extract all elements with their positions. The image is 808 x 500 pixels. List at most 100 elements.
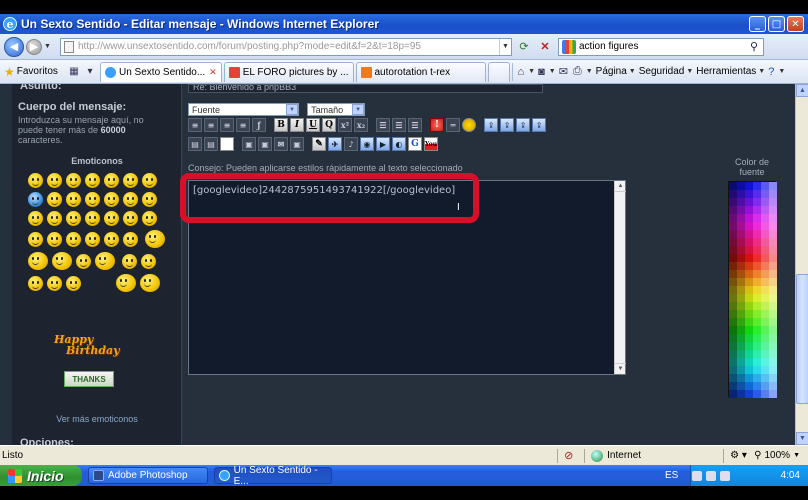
color-swatch[interactable] bbox=[769, 390, 777, 398]
color-swatch[interactable] bbox=[769, 310, 777, 318]
shock-emoticon-icon[interactable] bbox=[142, 173, 157, 188]
eek-emoticon-icon[interactable] bbox=[28, 231, 43, 247]
color-swatch[interactable] bbox=[737, 262, 745, 270]
color-swatch[interactable] bbox=[745, 366, 753, 374]
color-swatch[interactable] bbox=[761, 382, 769, 390]
color-swatch[interactable] bbox=[729, 326, 737, 334]
url-icon[interactable]: ▣ bbox=[258, 137, 272, 151]
kiss-emoticon-icon[interactable] bbox=[123, 231, 138, 247]
scroll-down-icon[interactable]: ▼ bbox=[615, 363, 626, 374]
color-swatch[interactable] bbox=[753, 230, 761, 238]
neutral-emoticon-icon[interactable] bbox=[123, 192, 138, 207]
tab-el-foro[interactable]: EL FORO pictures by ... bbox=[223, 61, 354, 82]
color-swatch[interactable] bbox=[729, 334, 737, 342]
drool-emoticon-icon[interactable] bbox=[66, 275, 81, 291]
thanks-emoticon[interactable]: THANKS bbox=[64, 371, 114, 387]
color-swatch[interactable] bbox=[769, 318, 777, 326]
forward-button[interactable]: ▶ bbox=[26, 38, 42, 55]
color-swatch[interactable] bbox=[729, 342, 737, 350]
mail-button[interactable]: ✉ bbox=[559, 65, 570, 78]
color-swatch[interactable] bbox=[737, 374, 745, 382]
color-swatch[interactable] bbox=[761, 350, 769, 358]
file-upload-icon[interactable]: ⇪ bbox=[516, 118, 530, 132]
color-swatch[interactable] bbox=[753, 182, 761, 190]
color-swatch[interactable] bbox=[761, 326, 769, 334]
color-swatch[interactable] bbox=[729, 318, 737, 326]
security-menu[interactable]: Seguridad ▼ bbox=[639, 66, 694, 77]
color-swatch[interactable] bbox=[769, 182, 777, 190]
color-swatch[interactable] bbox=[737, 230, 745, 238]
subscript-button[interactable]: x₂ bbox=[354, 118, 368, 132]
superscript-button[interactable]: x² bbox=[338, 118, 352, 132]
color-swatch[interactable] bbox=[761, 358, 769, 366]
color-swatch[interactable] bbox=[737, 334, 745, 342]
color-swatch[interactable] bbox=[761, 222, 769, 230]
tools-menu[interactable]: Herramientas ▼ bbox=[696, 66, 765, 77]
color-swatch[interactable] bbox=[737, 286, 745, 294]
color-swatch[interactable] bbox=[753, 270, 761, 278]
page-menu[interactable]: Página ▼ bbox=[596, 66, 636, 77]
color-swatch[interactable] bbox=[769, 222, 777, 230]
clap-emoticon-icon[interactable] bbox=[122, 253, 138, 269]
color-swatch[interactable] bbox=[753, 334, 761, 342]
search-input[interactable]: action figures bbox=[579, 41, 745, 52]
color-swatch[interactable] bbox=[737, 342, 745, 350]
color-swatch[interactable] bbox=[761, 374, 769, 382]
color-swatch[interactable] bbox=[729, 222, 737, 230]
color-swatch[interactable] bbox=[761, 246, 769, 254]
color-swatch[interactable] bbox=[729, 214, 737, 222]
color-swatch[interactable] bbox=[745, 190, 753, 198]
color-swatch[interactable] bbox=[753, 390, 761, 398]
oops-emoticon-icon[interactable] bbox=[47, 231, 62, 247]
thumbs-emoticon-icon[interactable] bbox=[28, 275, 43, 291]
surprised-emoticon-icon[interactable] bbox=[142, 192, 157, 207]
color-swatch[interactable] bbox=[761, 294, 769, 302]
color-swatch[interactable] bbox=[745, 262, 753, 270]
color-swatch[interactable] bbox=[745, 390, 753, 398]
refresh-icon[interactable]: ⟳ bbox=[515, 38, 533, 56]
color-swatch[interactable] bbox=[769, 214, 777, 222]
wave-emoticon-icon[interactable] bbox=[141, 253, 157, 269]
color-swatch[interactable] bbox=[753, 190, 761, 198]
color-swatch[interactable] bbox=[745, 182, 753, 190]
color-swatch[interactable] bbox=[769, 286, 777, 294]
color-swatch[interactable] bbox=[737, 190, 745, 198]
color-swatch[interactable] bbox=[769, 350, 777, 358]
color-swatch[interactable] bbox=[753, 358, 761, 366]
wink-emoticon-icon[interactable] bbox=[104, 173, 119, 188]
sound-icon[interactable]: ♪ bbox=[344, 137, 358, 151]
color-swatch[interactable] bbox=[729, 366, 737, 374]
color-swatch[interactable] bbox=[761, 262, 769, 270]
dance-emoticon-icon[interactable] bbox=[145, 230, 166, 248]
color-swatch[interactable] bbox=[729, 182, 737, 190]
color-swatch[interactable] bbox=[753, 222, 761, 230]
color-swatch[interactable] bbox=[761, 278, 769, 286]
color-swatch[interactable] bbox=[769, 334, 777, 342]
reading-emoticon-icon[interactable] bbox=[52, 252, 72, 270]
sleep-emoticon-icon[interactable] bbox=[47, 275, 62, 291]
color-swatch[interactable] bbox=[761, 342, 769, 350]
color-swatch[interactable] bbox=[753, 382, 761, 390]
bold-button[interactable]: B bbox=[274, 118, 288, 132]
color-swatch[interactable] bbox=[737, 246, 745, 254]
color-swatch[interactable] bbox=[761, 254, 769, 262]
devil-emoticon-icon[interactable] bbox=[104, 231, 119, 247]
maximize-button[interactable]: □ bbox=[768, 16, 785, 32]
color-swatch[interactable] bbox=[769, 326, 777, 334]
color-swatch[interactable] bbox=[745, 358, 753, 366]
angel-emoticon-icon[interactable] bbox=[85, 231, 100, 247]
code-icon[interactable]: ▤ bbox=[188, 137, 202, 151]
color-swatch[interactable] bbox=[729, 350, 737, 358]
color-swatch[interactable] bbox=[729, 286, 737, 294]
document-icon[interactable]: ✎ bbox=[312, 137, 326, 151]
taskbar-item-ie[interactable]: Un Sexto Sentido - E... bbox=[214, 465, 332, 487]
color-swatch[interactable] bbox=[745, 382, 753, 390]
flash-icon[interactable]: ▣ bbox=[290, 137, 304, 151]
color-swatch[interactable] bbox=[753, 342, 761, 350]
color-swatch[interactable] bbox=[737, 326, 745, 334]
color-swatch[interactable] bbox=[753, 310, 761, 318]
new-tab-button[interactable] bbox=[487, 61, 510, 82]
grin-emoticon-icon[interactable] bbox=[47, 173, 62, 188]
quick-tabs-icon[interactable]: ▦ bbox=[66, 64, 82, 80]
color-swatch[interactable] bbox=[737, 366, 745, 374]
